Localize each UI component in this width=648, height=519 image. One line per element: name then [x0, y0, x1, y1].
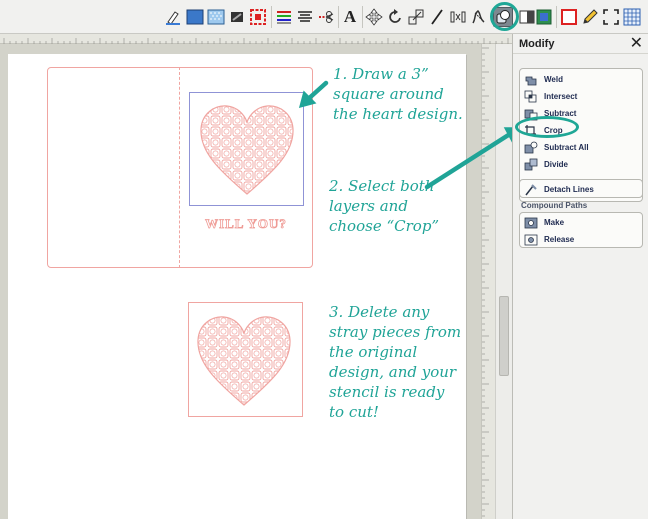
make-label: Make	[544, 218, 565, 227]
detach-lines-row[interactable]: Detach Lines	[520, 181, 642, 198]
panel-title: Modify	[519, 37, 555, 50]
detach-lines-button[interactable]: Detach Lines	[519, 179, 643, 198]
release-label: Release	[544, 235, 575, 244]
detach-lines-icon	[524, 183, 538, 197]
intersect-button[interactable]: Intersect	[520, 88, 642, 105]
close-icon[interactable]: ✕	[630, 35, 643, 52]
arrow-to-crop	[424, 131, 513, 190]
intersect-icon	[524, 90, 538, 104]
detach-lines-label: Detach Lines	[544, 185, 594, 194]
weld-label: Weld	[544, 75, 563, 84]
release-compound-icon	[524, 233, 538, 247]
compound-paths-label: Compound Paths	[521, 201, 588, 210]
divide-button[interactable]: Divide	[520, 156, 642, 173]
subtract-all-label: Subtract All	[544, 143, 589, 152]
subtract-all-button[interactable]: Subtract All	[520, 139, 642, 156]
make-compound-button[interactable]: Make	[520, 214, 642, 231]
weld-button[interactable]: Weld	[520, 71, 642, 88]
release-compound-button[interactable]: Release	[520, 231, 642, 248]
intersect-label: Intersect	[544, 92, 578, 101]
crop-highlight-ring	[515, 116, 579, 138]
divide-icon	[524, 158, 538, 172]
weld-icon	[524, 73, 538, 87]
compound-group: Make Release	[519, 212, 643, 248]
make-compound-icon	[524, 216, 538, 230]
subtract-all-icon	[524, 141, 538, 155]
divide-label: Divide	[544, 160, 569, 169]
panel-header: Modify ✕	[513, 34, 648, 54]
modify-panel: Modify ✕ Weld Intersect Subtract Crop Su…	[512, 34, 648, 519]
